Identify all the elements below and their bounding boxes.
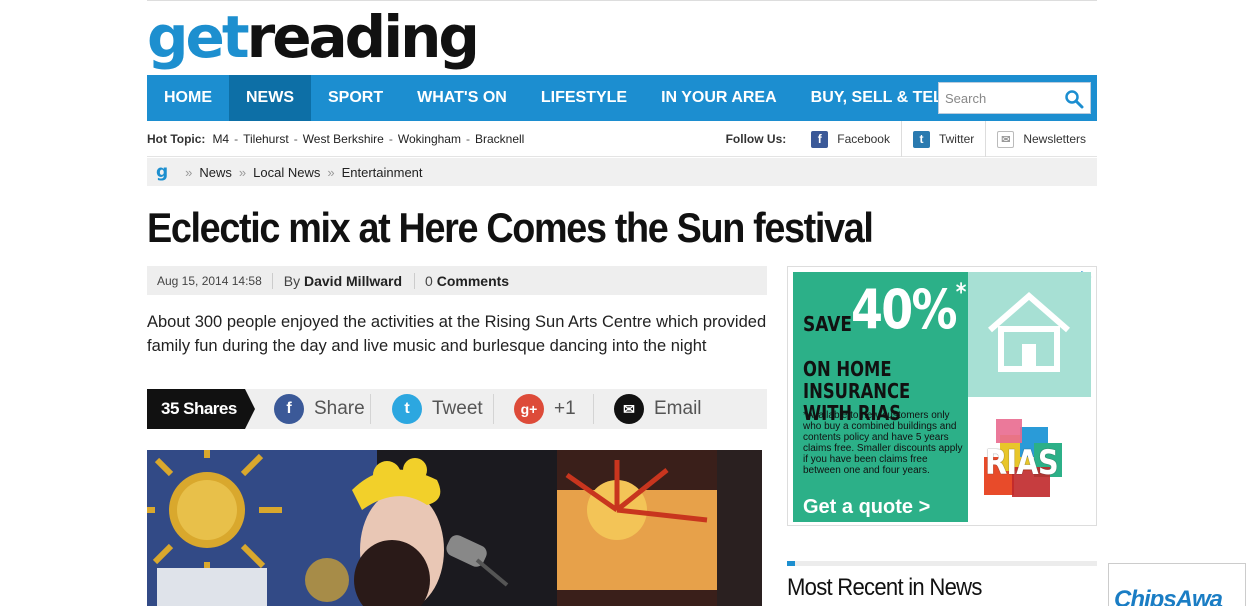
breadcrumb-separator: » xyxy=(238,164,247,180)
google-plus-icon: g+ xyxy=(514,394,544,424)
hot-topic-link[interactable]: Bracknell xyxy=(475,132,524,146)
singer-photo-illustration xyxy=(147,450,762,606)
logo-get: get xyxy=(147,3,250,71)
hot-topic-separator: - xyxy=(388,131,393,146)
search-icon[interactable] xyxy=(1064,89,1084,109)
follow-twitter[interactable]: t Twitter xyxy=(900,121,985,157)
breadcrumb-separator: » xyxy=(327,164,335,180)
hot-topic-link[interactable]: West Berkshire xyxy=(303,132,384,146)
breadcrumb-home-icon[interactable]: g xyxy=(156,162,168,182)
mail-icon: ✉ xyxy=(997,130,1015,148)
hot-topic-separator: - xyxy=(234,131,239,146)
comments-link[interactable]: 0 Comments xyxy=(414,272,519,289)
twitter-icon: t xyxy=(912,130,930,148)
email-icon: ✉ xyxy=(614,394,644,424)
follow-facebook[interactable]: f Facebook xyxy=(800,121,901,157)
article-standfirst: About 300 people enjoyed the activities … xyxy=(147,313,767,355)
hot-topic-separator: - xyxy=(465,131,470,146)
top-divider xyxy=(147,0,1097,1)
share-count: 35 Shares xyxy=(147,389,255,429)
twitter-share-label: Tweet xyxy=(432,398,483,419)
google-plus-share-button[interactable]: g+ +1 xyxy=(514,389,593,429)
share-divider xyxy=(370,394,371,424)
share-divider xyxy=(493,394,494,424)
breadcrumb: g » News » Local News » Entertainment xyxy=(147,158,1097,186)
breadcrumb-local-news[interactable]: Local News xyxy=(253,165,320,180)
email-share-button[interactable]: ✉ Email xyxy=(614,389,702,429)
google-plus-share-label: +1 xyxy=(554,398,576,419)
search-box xyxy=(938,82,1091,114)
follow-twitter-label: Twitter xyxy=(938,132,975,146)
hot-topic-link[interactable]: Wokingham xyxy=(398,132,461,146)
article-headline: Eclectic mix at Here Comes the Sun festi… xyxy=(147,204,874,251)
follow-newsletters-label: Newsletters xyxy=(1023,132,1086,146)
ad-get-quote-button[interactable]: Get a quote > xyxy=(803,496,930,519)
nav-sport[interactable]: SPORT xyxy=(311,75,400,121)
share-bar: 35 Shares f Share t Tweet g+ +1 ✉ Email xyxy=(147,389,767,429)
follow-label: Follow Us: xyxy=(725,132,787,146)
ad-house-panel xyxy=(968,272,1091,397)
article-photo[interactable] xyxy=(147,450,762,606)
most-recent-title: Most Recent in News xyxy=(787,574,982,601)
hot-topic-separator: - xyxy=(293,131,298,146)
share-divider xyxy=(593,394,594,424)
author-link[interactable]: David Millward xyxy=(304,273,402,289)
most-recent-section: Most Recent in News xyxy=(787,561,1097,602)
house-icon xyxy=(988,292,1070,372)
nav-news[interactable]: NEWS xyxy=(229,75,311,121)
ad-creative: 40%* SAVE ON HOME INSURANCE WITH RIAS *A… xyxy=(793,272,1091,522)
ad-percent-value: 40% xyxy=(851,278,957,341)
recent-accent-bar xyxy=(787,561,1097,566)
main-nav: HOME NEWS SPORT WHAT'S ON LIFESTYLE IN Y… xyxy=(147,75,1097,121)
ad-green-panel: 40%* SAVE ON HOME INSURANCE WITH RIAS *A… xyxy=(793,272,968,522)
email-share-label: Email xyxy=(654,398,702,419)
search-input[interactable] xyxy=(939,84,1059,112)
ad-brand-name: RIAS xyxy=(985,443,1059,483)
hot-topic-label: Hot Topic: xyxy=(147,131,206,146)
ad-logo-panel: RIAS xyxy=(968,397,1091,522)
comments-count: 0 xyxy=(425,272,433,289)
twitter-share-button[interactable]: t Tweet xyxy=(392,389,493,429)
logo-reading: reading xyxy=(246,3,480,71)
article-byline: By David Millward xyxy=(271,272,414,289)
facebook-share-button[interactable]: f Share xyxy=(274,389,370,429)
ad-percent: 40%* xyxy=(851,278,967,341)
ad-small-print: *Available to new customers only who buy… xyxy=(803,410,963,476)
breadcrumb-separator: » xyxy=(185,164,193,180)
follow-facebook-label: Facebook xyxy=(837,132,890,146)
facebook-icon: f xyxy=(274,394,304,424)
hot-topic-link[interactable]: M4 xyxy=(212,132,229,146)
facebook-icon: f xyxy=(811,130,829,148)
byline-prefix: By xyxy=(283,272,301,289)
nav-lifestyle[interactable]: LIFESTYLE xyxy=(524,75,644,121)
ad-save: SAVE xyxy=(803,312,853,336)
article-meta: Aug 15, 2014 14:58 By David Millward 0 C… xyxy=(147,266,767,295)
comments-label: Comments xyxy=(436,272,510,289)
follow-us: Follow Us: f Facebook t Twitter ✉ Newsle… xyxy=(726,121,1097,157)
site-logo[interactable]: getreading xyxy=(147,2,480,72)
ad-headline-line1: ON HOME INSURANCE xyxy=(803,357,911,403)
ad-asterisk: * xyxy=(955,278,967,306)
nav-home[interactable]: HOME xyxy=(147,75,229,121)
nav-whats-on[interactable]: WHAT'S ON xyxy=(400,75,524,121)
twitter-icon: t xyxy=(392,394,422,424)
hot-topics-bar: Hot Topic: M4 - Tilehurst - West Berkshi… xyxy=(147,121,1097,157)
breadcrumb-entertainment[interactable]: Entertainment xyxy=(342,165,423,180)
nav-in-your-area[interactable]: IN YOUR AREA xyxy=(644,75,794,121)
side-ad-text: ChipsAwa xyxy=(1114,586,1223,606)
facebook-share-label: Share xyxy=(314,398,365,419)
article-date: Aug 15, 2014 14:58 xyxy=(157,273,262,288)
advertisement[interactable]: 40%* SAVE ON HOME INSURANCE WITH RIAS *A… xyxy=(787,266,1097,526)
side-advertisement[interactable]: ChipsAwa xyxy=(1108,563,1246,606)
breadcrumb-news[interactable]: News xyxy=(199,165,232,180)
hot-topic-link[interactable]: Tilehurst xyxy=(243,132,289,146)
follow-newsletters[interactable]: ✉ Newsletters xyxy=(985,121,1097,157)
